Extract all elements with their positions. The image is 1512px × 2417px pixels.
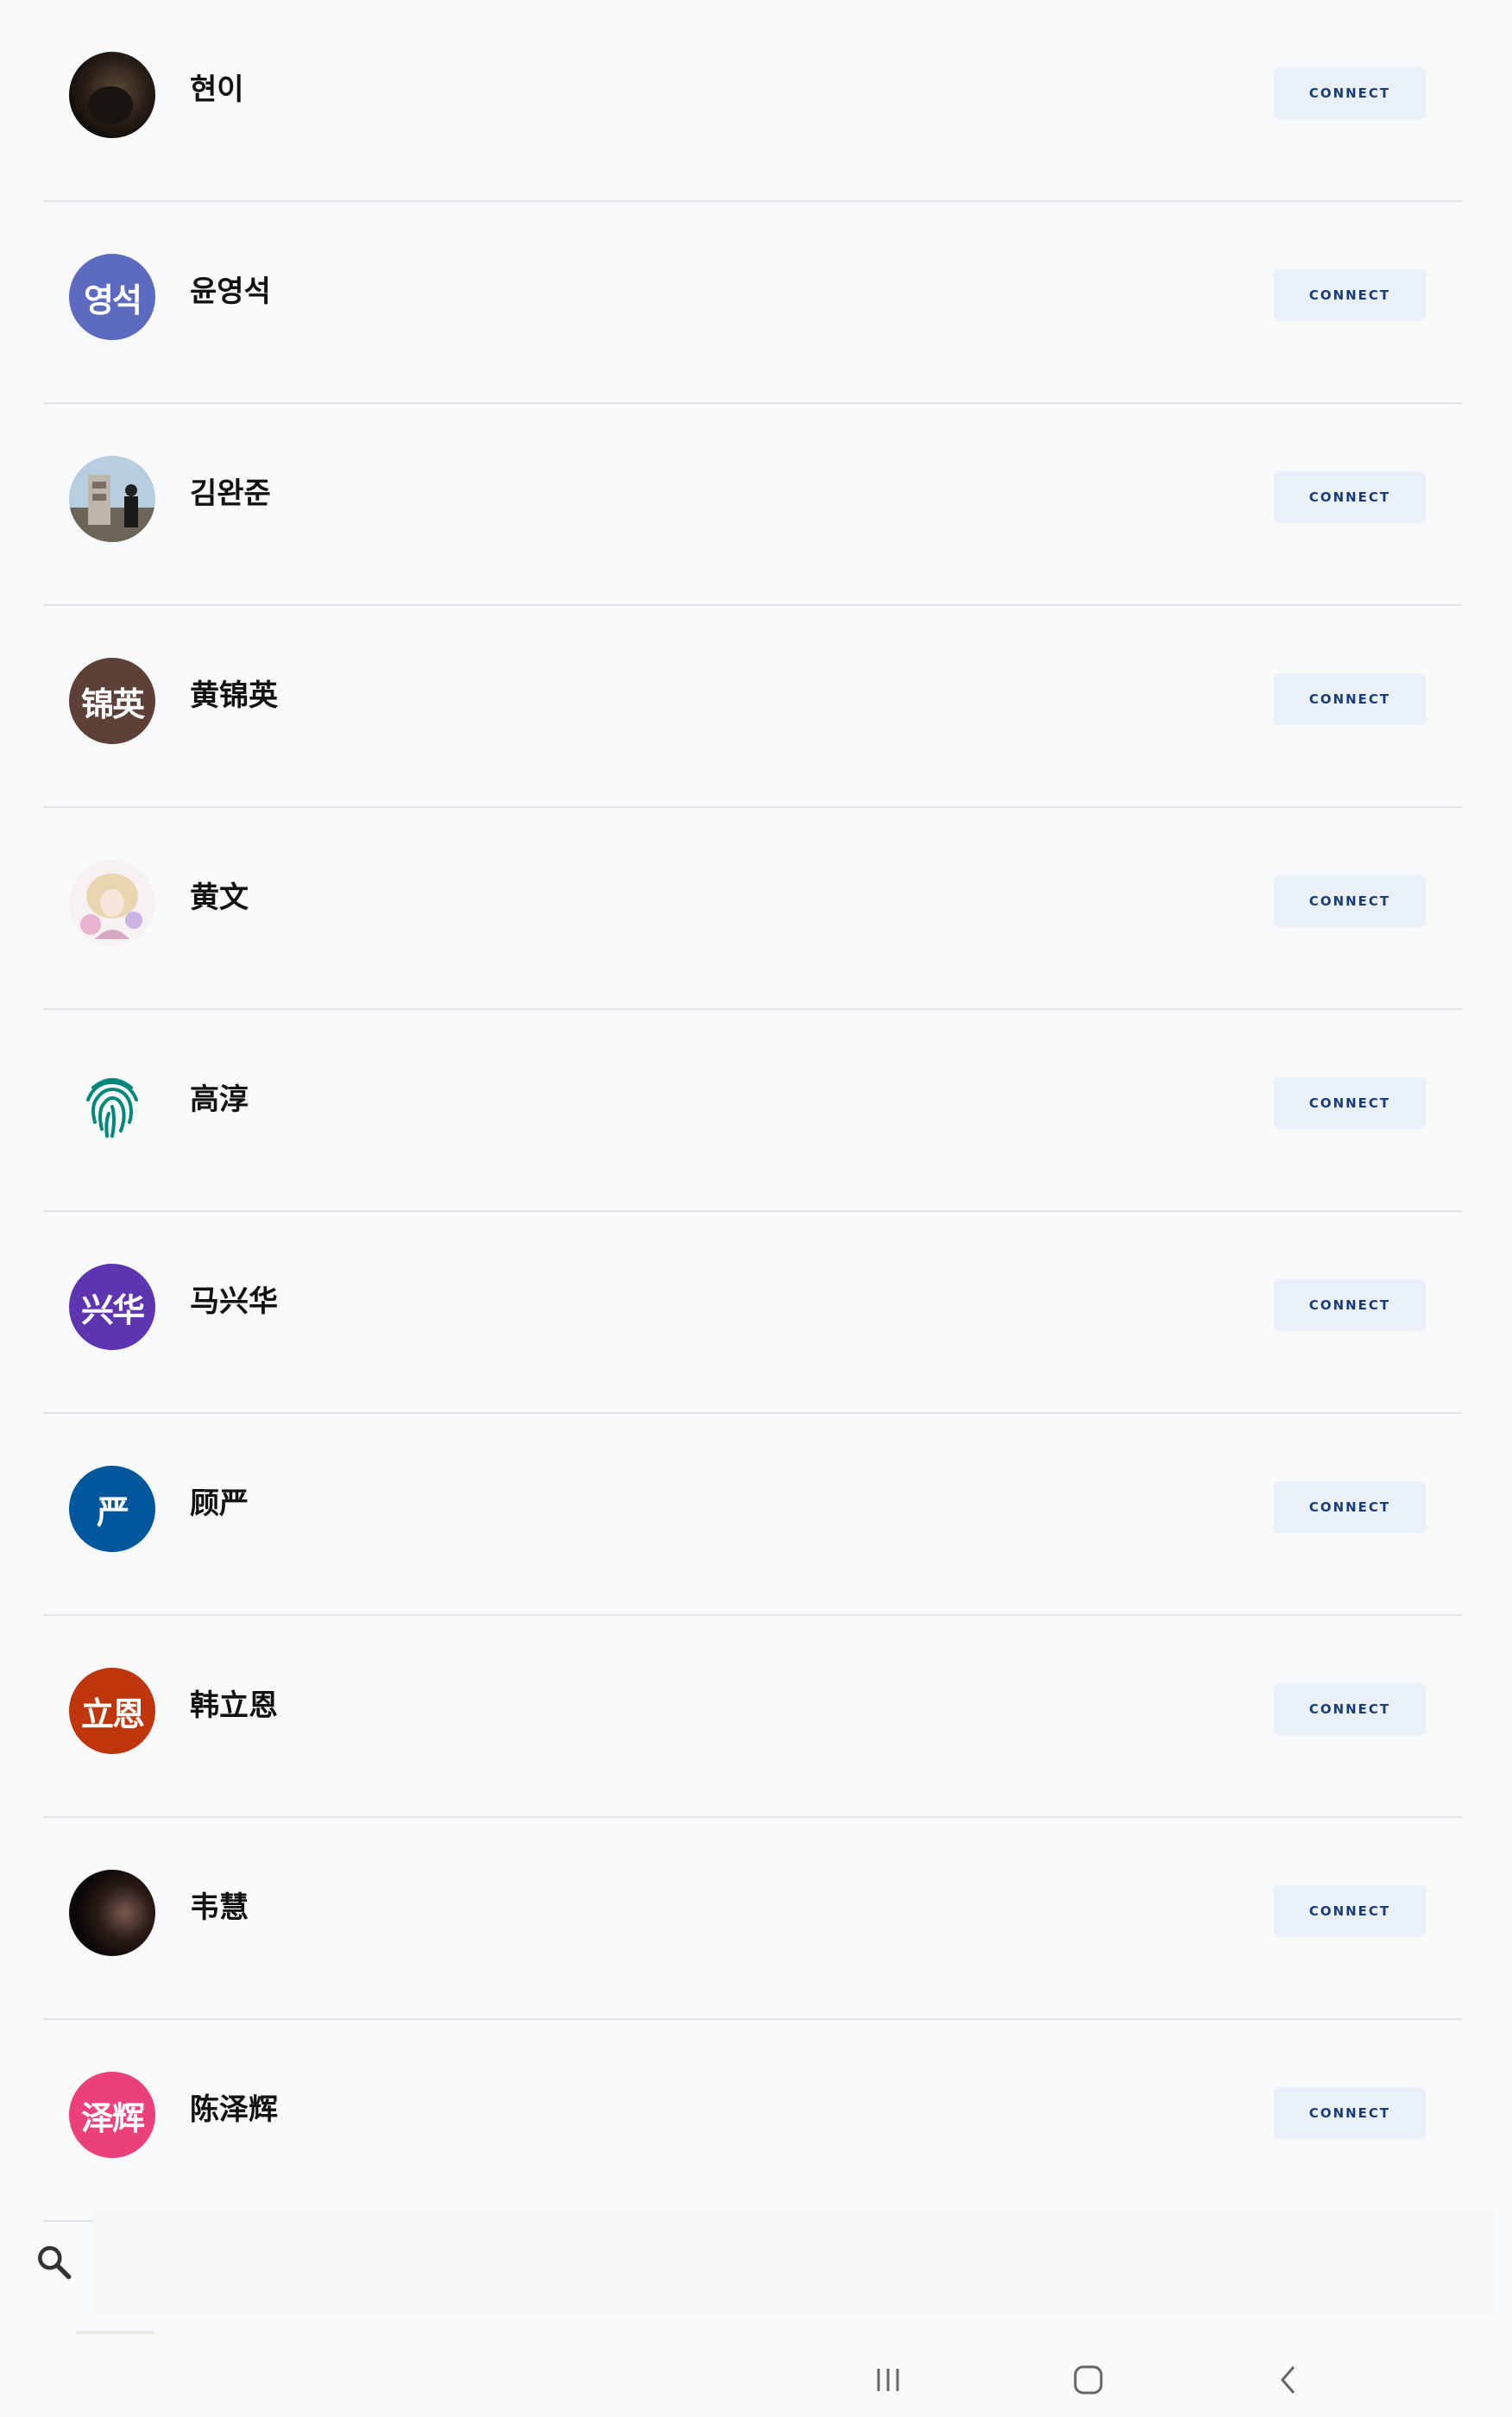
avatar-photo	[69, 52, 155, 138]
search-bar	[0, 2199, 1512, 2325]
contact-name: 顾严	[190, 1486, 249, 1521]
avatar-initials: 锦英	[69, 658, 155, 744]
contact-name: 현이	[190, 73, 244, 107]
avatar-initials: 严	[69, 1466, 155, 1552]
avatar-initials: 兴华	[69, 1264, 155, 1350]
connect-button[interactable]: CONNECT	[1274, 2087, 1426, 2139]
connect-button[interactable]: CONNECT	[1274, 471, 1426, 523]
contact-row[interactable]: 高淳 CONNECT	[43, 1010, 1462, 1212]
contact-row[interactable]: 严顾严 CONNECT	[43, 1414, 1462, 1616]
contact-name: 马兴华	[190, 1284, 278, 1319]
contact-row[interactable]: 兴华 马兴华 CONNECT	[43, 1212, 1462, 1414]
contact-name: 陈泽辉	[190, 2092, 278, 2127]
contact-row[interactable]: 黄文 CONNECT	[43, 808, 1462, 1010]
contact-row[interactable]: 立恩 韩立恩 CONNECT	[43, 1616, 1462, 1818]
contact-name: 黄文	[190, 880, 249, 915]
connect-button[interactable]: CONNECT	[1274, 1481, 1426, 1533]
contact-row[interactable]: 영석 윤영석 CONNECT	[43, 202, 1462, 404]
avatar-initials: 立恩	[69, 1668, 155, 1754]
connect-button[interactable]: CONNECT	[1274, 875, 1426, 927]
avatar-photo	[69, 1870, 155, 1956]
system-navigation-bar	[0, 2334, 1512, 2417]
avatar-initials: 泽辉	[69, 2072, 155, 2158]
avatar-photo	[69, 456, 155, 542]
home-icon[interactable]	[1067, 2358, 1110, 2401]
connect-button[interactable]: CONNECT	[1274, 1279, 1426, 1331]
connect-button[interactable]: CONNECT	[1274, 269, 1426, 321]
connect-button[interactable]: CONNECT	[1274, 1885, 1426, 1937]
fingerprint-icon	[69, 1062, 155, 1148]
contact-row[interactable]: 锦英 黄锦英 CONNECT	[43, 606, 1462, 808]
contact-name: 윤영석	[190, 275, 271, 309]
contact-name: 韩立恩	[190, 1688, 278, 1723]
contact-row[interactable]: 현이 CONNECT	[43, 0, 1462, 202]
avatar-photo	[69, 860, 155, 946]
contact-name: 김완준	[190, 476, 271, 511]
search-icon[interactable]	[33, 2241, 76, 2284]
contact-name: 黄锦英	[190, 678, 278, 713]
contact-row[interactable]: 韦慧 CONNECT	[43, 1818, 1462, 2020]
back-icon[interactable]	[1267, 2358, 1310, 2401]
recent-apps-icon[interactable]	[866, 2358, 910, 2401]
connect-button[interactable]: CONNECT	[1274, 673, 1426, 725]
contact-row[interactable]: 泽辉 陈泽辉 CONNECT	[43, 2020, 1462, 2222]
contact-name: 高淳	[190, 1082, 249, 1117]
contact-row[interactable]: 김완준 CONNECT	[43, 404, 1462, 606]
search-input[interactable]	[93, 2212, 1495, 2313]
connect-button[interactable]: CONNECT	[1274, 1683, 1426, 1735]
connect-button[interactable]: CONNECT	[1274, 67, 1426, 119]
avatar-initials: 영석	[69, 254, 155, 340]
connect-button[interactable]: CONNECT	[1274, 1077, 1426, 1129]
contact-name: 韦慧	[190, 1890, 249, 1925]
